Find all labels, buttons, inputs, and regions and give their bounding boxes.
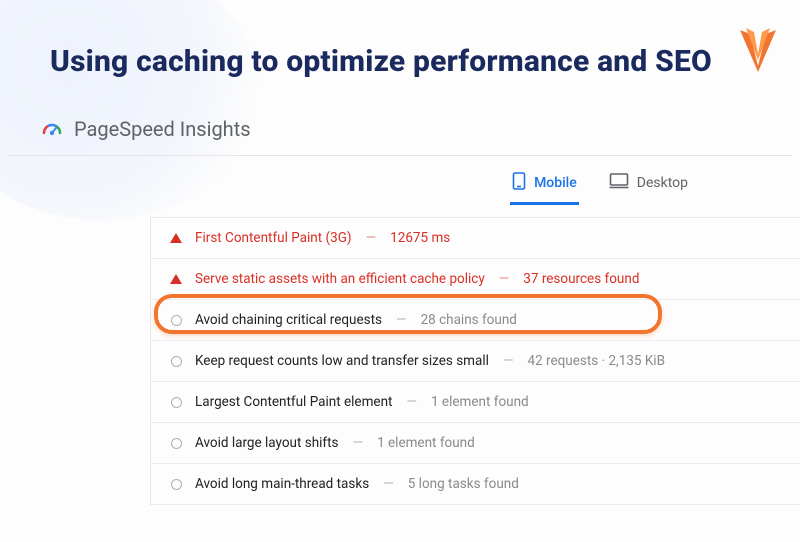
audit-row[interactable]: Serve static assets with an efficient ca… xyxy=(151,259,800,300)
separator: — xyxy=(353,435,364,451)
audit-label: First Contentful Paint (3G) xyxy=(195,230,352,246)
mobile-icon xyxy=(512,172,526,194)
pagespeed-label: PageSpeed Insights xyxy=(74,117,251,141)
header: Using caching to optimize performance an… xyxy=(0,0,800,89)
info-circle-icon xyxy=(169,436,183,450)
pagespeed-icon xyxy=(40,117,64,141)
separator: — xyxy=(406,394,417,410)
tab-mobile-label: Mobile xyxy=(534,175,577,191)
warning-triangle-icon xyxy=(169,231,183,245)
audit-detail: 12675 ms xyxy=(390,230,450,246)
audit-detail: 37 resources found xyxy=(523,271,639,287)
info-circle-icon xyxy=(169,313,183,327)
separator: — xyxy=(366,230,377,246)
separator: — xyxy=(499,271,510,287)
audit-row[interactable]: Keep request counts low and transfer siz… xyxy=(151,341,800,382)
audit-label: Largest Contentful Paint element xyxy=(195,394,392,410)
page-title: Using caching to optimize performance an… xyxy=(50,44,712,79)
audit-detail: 42 requests · 2,135 KiB xyxy=(527,353,665,369)
audit-row[interactable]: First Contentful Paint (3G) — 12675 ms xyxy=(151,217,800,259)
separator: — xyxy=(396,312,407,328)
audit-detail: 1 element found xyxy=(377,435,475,451)
audit-row[interactable]: Largest Contentful Paint element — 1 ele… xyxy=(151,382,800,423)
audit-label: Keep request counts low and transfer siz… xyxy=(195,353,489,369)
audit-label: Avoid chaining critical requests xyxy=(195,312,382,328)
info-circle-icon xyxy=(169,354,183,368)
tab-desktop-label: Desktop xyxy=(637,175,688,191)
audit-detail: 1 element found xyxy=(431,394,529,410)
audit-label: Serve static assets with an efficient ca… xyxy=(195,271,485,287)
tab-desktop[interactable]: Desktop xyxy=(607,166,690,205)
audit-label: Avoid long main-thread tasks xyxy=(195,476,369,492)
warning-triangle-icon xyxy=(169,272,183,286)
desktop-icon xyxy=(609,173,629,193)
pagespeed-bar: PageSpeed Insights xyxy=(8,89,792,156)
audit-row[interactable]: Avoid chaining critical requests — 28 ch… xyxy=(151,300,800,341)
audit-list: First Contentful Paint (3G) — 12675 ms S… xyxy=(150,217,800,505)
separator: — xyxy=(503,353,514,369)
audit-detail: 28 chains found xyxy=(421,312,517,328)
audit-row[interactable]: Avoid large layout shifts — 1 element fo… xyxy=(151,423,800,464)
info-circle-icon xyxy=(169,477,183,491)
info-circle-icon xyxy=(169,395,183,409)
audit-row[interactable]: Avoid long main-thread tasks — 5 long ta… xyxy=(151,464,800,505)
tab-mobile[interactable]: Mobile xyxy=(510,166,579,205)
wp-rocket-logo-icon xyxy=(736,20,780,84)
audit-detail: 5 long tasks found xyxy=(408,476,519,492)
audit-label: Avoid large layout shifts xyxy=(195,435,339,451)
separator: — xyxy=(383,476,394,492)
